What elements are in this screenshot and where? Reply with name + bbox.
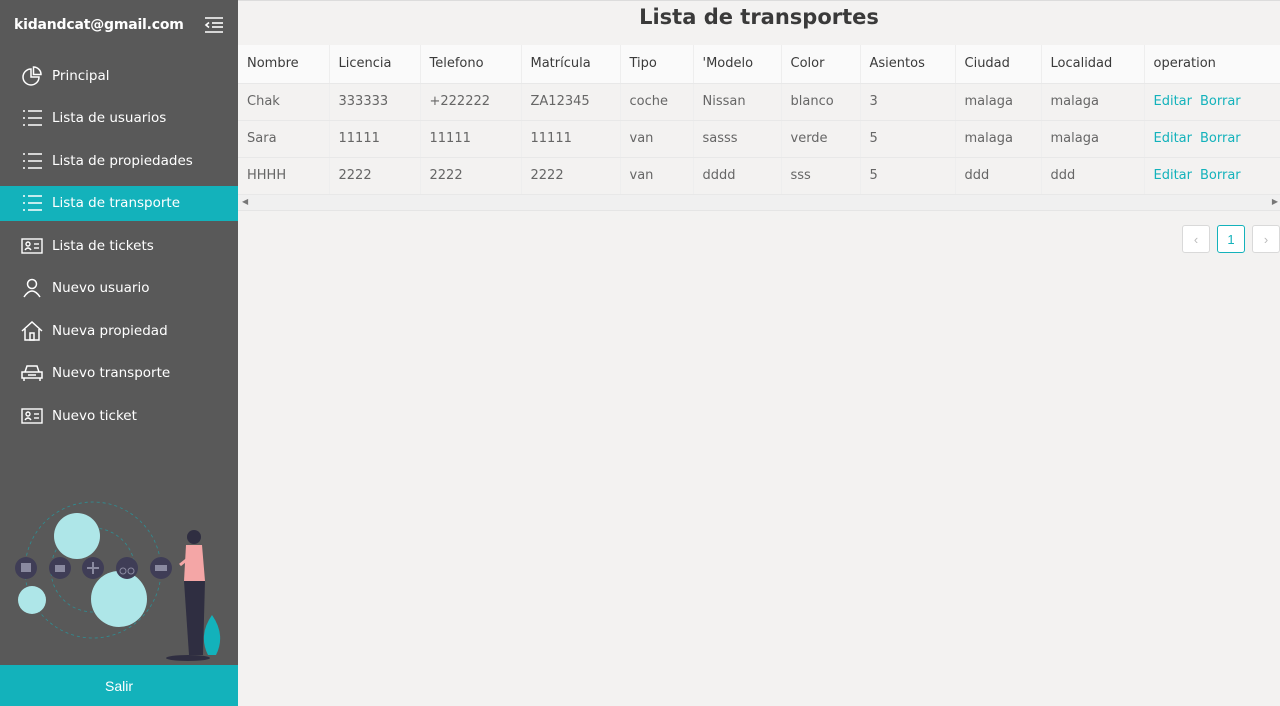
page-1-button[interactable]: 1 <box>1217 225 1245 253</box>
scroll-right-icon[interactable]: ▶ <box>1272 197 1278 206</box>
sidebar-item-label: Principal <box>52 67 110 84</box>
sidebar-item-label: Nuevo usuario <box>52 280 150 296</box>
column-header[interactable]: Asientos <box>860 45 956 84</box>
table-row: HHHH 2222 2222 2222 van dddd sss 5 ddd d… <box>238 157 1280 195</box>
cell-color: blanco <box>781 83 861 121</box>
cell-localidad: malaga <box>1041 120 1145 158</box>
sidebar-item-label: Nueva propiedad <box>52 322 168 339</box>
pie-chart-icon <box>21 65 43 86</box>
sidebar-item-nueva-propiedad[interactable]: Nueva propiedad <box>0 313 238 348</box>
sidebar-item-label: Nuevo ticket <box>52 407 137 424</box>
cell-licencia: 11111 <box>329 120 421 158</box>
cell-color: verde <box>781 120 861 158</box>
sidebar-item-nuevo-transporte[interactable]: Nuevo transporte <box>0 356 238 391</box>
cell-matricula: 2222 <box>521 157 621 195</box>
cell-localidad: malaga <box>1041 83 1145 121</box>
sidebar-header: kidandcat@gmail.com <box>0 0 238 50</box>
column-header[interactable]: Tipo <box>620 45 694 84</box>
next-page-button[interactable]: › <box>1252 225 1280 253</box>
cell-modelo: dddd <box>693 157 782 195</box>
horizontal-scrollbar[interactable]: ◀ ▶ <box>238 194 1280 211</box>
scroll-left-icon[interactable]: ◀ <box>242 197 248 206</box>
edit-link[interactable]: Editar <box>1154 168 1193 183</box>
sidebar-item-label: Lista de transporte <box>52 195 181 211</box>
cell-operation: Editar Borrar <box>1144 157 1280 195</box>
sidebar-item-label: Lista de propiedades <box>52 152 193 169</box>
cell-matricula: ZA12345 <box>521 83 621 121</box>
cell-nombre: Sara <box>238 120 330 158</box>
sidebar-item-label: Lista de tickets <box>52 237 154 254</box>
sidebar-item-nuevo-usuario[interactable]: Nuevo usuario <box>0 271 238 306</box>
cell-telefono: 11111 <box>420 120 522 158</box>
cell-licencia: 2222 <box>329 157 421 195</box>
cell-telefono: 2222 <box>420 157 522 195</box>
column-header[interactable]: Matrícula <box>521 45 621 84</box>
sidebar-item-lista-tickets[interactable]: Lista de tickets <box>0 228 238 263</box>
cell-nombre: Chak <box>238 83 330 121</box>
sidebar-menu: Principal Lista de usuarios Lista de pro… <box>0 58 238 433</box>
column-header[interactable]: 'Modelo <box>693 45 782 84</box>
table-header-row: Nombre Licencia Telefono Matrícula Tipo … <box>238 45 1280 84</box>
cell-licencia: 333333 <box>329 83 421 121</box>
table-row: Sara 11111 11111 11111 van sasss verde 5… <box>238 120 1280 158</box>
cell-asientos: 5 <box>860 157 956 195</box>
cell-tipo: van <box>620 120 694 158</box>
sidebar-item-label: Lista de usuarios <box>52 110 167 126</box>
delete-link[interactable]: Borrar <box>1200 94 1241 109</box>
sidebar-item-lista-usuarios[interactable]: Lista de usuarios <box>0 101 238 136</box>
cell-ciudad: ddd <box>955 157 1042 195</box>
cell-operation: Editar Borrar <box>1144 83 1280 121</box>
cell-localidad: ddd <box>1041 157 1145 195</box>
column-header[interactable]: Color <box>781 45 861 84</box>
cell-tipo: van <box>620 157 694 195</box>
edit-link[interactable]: Editar <box>1154 131 1193 146</box>
sidebar-item-lista-propiedades[interactable]: Lista de propiedades <box>0 143 238 178</box>
list-icon <box>21 151 43 171</box>
cell-color: sss <box>781 157 861 195</box>
travel-illustration <box>15 501 221 661</box>
cell-ciudad: malaga <box>955 120 1042 158</box>
cell-telefono: +222222 <box>420 83 522 121</box>
column-header[interactable]: operation <box>1144 45 1280 84</box>
cell-matricula: 11111 <box>521 120 621 158</box>
logout-button[interactable]: Salir <box>0 665 238 706</box>
menu-collapse-icon[interactable] <box>204 16 224 34</box>
transport-table: Nombre Licencia Telefono Matrícula Tipo … <box>238 45 1280 195</box>
home-icon <box>21 320 43 341</box>
user-icon <box>21 278 43 298</box>
sidebar-item-principal[interactable]: Principal <box>0 58 238 93</box>
pagination: ‹ 1 › <box>1182 225 1280 253</box>
column-header[interactable]: Telefono <box>420 45 522 84</box>
delete-link[interactable]: Borrar <box>1200 131 1241 146</box>
cell-modelo: sasss <box>693 120 782 158</box>
column-header[interactable]: Licencia <box>329 45 421 84</box>
cell-modelo: Nissan <box>693 83 782 121</box>
car-icon <box>21 363 43 383</box>
delete-link[interactable]: Borrar <box>1200 168 1241 183</box>
list-icon <box>21 193 43 213</box>
sidebar-item-lista-transporte[interactable]: Lista de transporte <box>0 185 238 221</box>
user-email: kidandcat@gmail.com <box>14 17 184 33</box>
cell-asientos: 5 <box>860 120 956 158</box>
edit-link[interactable]: Editar <box>1154 94 1193 109</box>
id-card-icon <box>21 406 43 426</box>
id-card-icon <box>21 236 43 256</box>
prev-page-button[interactable]: ‹ <box>1182 225 1210 253</box>
cell-asientos: 3 <box>860 83 956 121</box>
cell-operation: Editar Borrar <box>1144 120 1280 158</box>
column-header[interactable]: Nombre <box>238 45 330 84</box>
sidebar-item-label: Nuevo transporte <box>52 365 171 381</box>
table-row: Chak 333333 +222222 ZA12345 coche Nissan… <box>238 83 1280 121</box>
sidebar-item-nuevo-ticket[interactable]: Nuevo ticket <box>0 398 238 433</box>
main-content: Lista de transportes Nombre Licencia Tel… <box>238 0 1280 706</box>
cell-tipo: coche <box>620 83 694 121</box>
column-header[interactable]: Localidad <box>1041 45 1145 84</box>
sidebar: kidandcat@gmail.com Principal Lista de u… <box>0 0 238 706</box>
list-icon <box>21 108 43 128</box>
column-header[interactable]: Ciudad <box>955 45 1042 84</box>
cell-ciudad: malaga <box>955 83 1042 121</box>
page-title: Lista de transportes <box>639 5 879 29</box>
cell-nombre: HHHH <box>238 157 330 195</box>
